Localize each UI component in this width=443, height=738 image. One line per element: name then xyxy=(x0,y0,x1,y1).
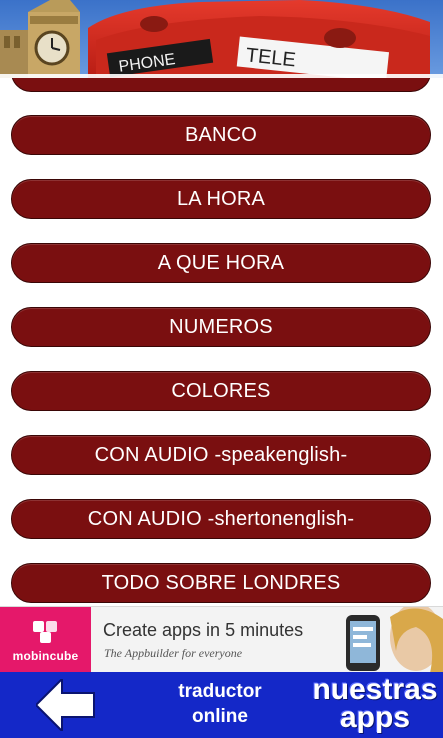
menu-item-a-que-hora[interactable]: A QUE HORA xyxy=(11,243,431,283)
menu-item-audio-shertonenglish[interactable]: CON AUDIO -shertonenglish- xyxy=(11,499,431,539)
menu-list[interactable]: BANCO LA HORA A QUE HORA NUMEROS COLORES… xyxy=(0,78,443,606)
menu-item-label: TODO SOBRE LONDRES xyxy=(101,571,341,594)
ad-title[interactable]: Create apps in 5 minutes xyxy=(103,620,303,641)
translator-online-button[interactable]: traductor online xyxy=(150,679,290,729)
menu-item-label: CON AUDIO -speakenglish- xyxy=(94,443,348,466)
menu-item-colores[interactable]: COLORES xyxy=(11,371,431,411)
translator-label-line1: traductor xyxy=(178,681,262,702)
our-apps-button[interactable]: nuestras apps xyxy=(308,673,442,734)
menu-item-label: CON AUDIO -shertonenglish- xyxy=(87,507,355,530)
ad-person-phone-image xyxy=(326,607,443,673)
left-arrow-icon[interactable] xyxy=(36,679,96,731)
menu-item-audio-speakenglish[interactable]: CON AUDIO -speakenglish- xyxy=(11,435,431,475)
header-banner-image: PHONE TELE xyxy=(0,0,443,78)
apps-label-line1: nuestras xyxy=(312,673,438,706)
menu-item-partial[interactable] xyxy=(11,78,431,92)
london-banner-illustration: PHONE TELE xyxy=(0,0,443,78)
menu-item-label: LA HORA xyxy=(176,187,266,210)
menu-item-label: NUMEROS xyxy=(169,315,273,338)
menu-item-numeros[interactable]: NUMEROS xyxy=(11,307,431,347)
mobincube-cube-icon xyxy=(33,621,57,643)
ad-subtitle: The Appbuilder for everyone xyxy=(104,646,243,660)
apps-label-line2: apps xyxy=(339,701,411,734)
menu-item-label: A QUE HORA xyxy=(157,251,285,274)
ad-banner[interactable]: mobincube Create apps in 5 minutes The A… xyxy=(0,606,443,673)
menu-item-label: BANCO xyxy=(184,123,258,146)
menu-item-la-hora[interactable]: LA HORA xyxy=(11,179,431,219)
menu-item-label: COLORES xyxy=(171,379,271,402)
mobincube-logo[interactable]: mobincube xyxy=(0,607,91,673)
bottom-navigation-bar: traductor online nuestras apps xyxy=(0,672,443,738)
menu-item-banco[interactable]: BANCO xyxy=(11,115,431,155)
menu-item-todo-sobre-londres[interactable]: TODO SOBRE LONDRES xyxy=(11,563,431,603)
ad-brand: mobincube xyxy=(12,649,79,663)
translator-label-line2: online xyxy=(192,706,248,727)
